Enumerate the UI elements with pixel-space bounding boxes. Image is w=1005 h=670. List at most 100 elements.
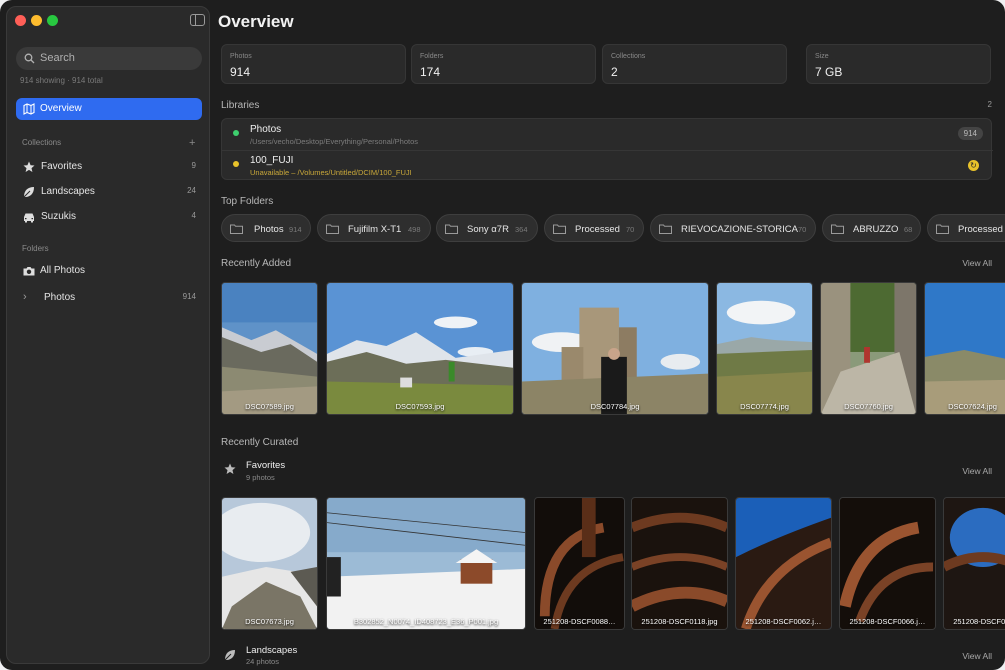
collections-header: Collections [22,138,62,147]
favorites-title[interactable]: Favorites [246,460,285,471]
photo-caption: DSC07593.jpg [395,402,445,411]
library-path: /Users/vecho/Desktop/Everything/Personal… [250,137,418,146]
view-all-button[interactable]: View All [962,651,992,661]
spiral-stairs-photo [535,498,624,629]
sidebar-item-overview[interactable]: Overview [16,98,202,120]
photo-caption: B302852_N0074_ID408723_E36_P001.jpg [353,617,499,626]
spiral-stairs-photo [840,498,935,629]
folder-icon [326,224,339,234]
folder-chip[interactable]: Fujifilm X-T1 498 [317,214,431,242]
folders-header: Folders [22,244,49,253]
photo-thumbnail[interactable]: 251208-DSCF0118.jpg [631,497,728,630]
photo-caption: DSC07673.jpg [245,617,294,626]
photo-caption: 251208-DSCF0088… [543,617,616,626]
photo-thumbnail[interactable]: DSC07673.jpg [221,497,318,630]
ski-resort-photo [327,498,525,629]
map-icon [23,103,35,115]
folder-chip[interactable]: Processed 70 [544,214,644,242]
chevron-right-icon[interactable]: › [23,291,27,303]
minimize-window-button[interactable] [31,15,42,26]
photo-counts: 914 showing · 914 total [20,76,103,85]
library-row-100-fuji[interactable]: 100_FUJI Unavailable – /Volumes/Untitled… [222,150,993,181]
photo-thumbnail[interactable]: 251208-DSCF0066.j… [839,497,936,630]
status-dot-icon [233,130,239,136]
photo-thumbnail[interactable]: 251208-DSCF0… [943,497,1005,630]
photo-thumbnail[interactable]: B302852_N0074_ID408723_E36_P001.jpg [326,497,526,630]
folder-name: RIEVOCAZIONE-STORICA [681,224,799,235]
landscapes-subtitle: 24 photos [246,657,279,666]
recently-curated-header: Recently Curated [221,437,299,448]
sidebar-item-photos-folder[interactable]: › Photos 914 [16,287,202,309]
folder-chip[interactable]: RIEVOCAZIONE-STORICA 70 [650,214,816,242]
folder-icon [936,224,949,234]
library-name: Photos [250,124,282,135]
sidebar-item-count: 9 [191,161,196,170]
folder-chip[interactable]: Photos 914 [221,214,311,242]
leaf-icon [224,650,235,661]
library-name: 100_FUJI [250,155,294,166]
stat-value: 174 [420,65,441,79]
status-dot-icon [233,161,239,167]
total-count: 914 total [72,76,103,85]
folder-count: 68 [904,225,913,234]
search-input[interactable]: Search [16,47,202,70]
photo-caption: 251208-DSCF0118.jpg [641,617,718,626]
folder-icon [659,224,672,234]
folder-count: 914 [289,225,302,234]
folder-name: Photos [254,224,284,235]
close-window-button[interactable] [15,15,26,26]
folder-chip[interactable]: Sony α7R 364 [436,214,538,242]
sidebar-item-favorites[interactable]: Favorites 9 [16,156,202,178]
photo-caption: DSC07784.jpg [590,402,640,411]
photo-thumbnail[interactable]: DSC07774.jpg [716,282,813,415]
photo-thumbnail[interactable]: 251208-DSCF0088… [534,497,625,630]
photo-thumbnail[interactable]: DSC07589.jpg [221,282,318,415]
photo-thumbnail[interactable]: DSC07760.jpg [820,282,917,415]
photo-thumbnail[interactable]: DSC07624.jpg [924,282,1005,415]
stat-value: 2 [611,65,618,79]
photo-thumbnail[interactable]: 251208-DSCF0062.j… [735,497,832,630]
stat-label: Collections [611,53,646,60]
library-row-photos[interactable]: Photos /Users/vecho/Desktop/Everything/P… [222,119,993,150]
folder-count: 70 [798,225,807,234]
mountain-photo [222,283,317,414]
folder-name: ABRUZZO [853,224,899,235]
library-path: Unavailable – /Volumes/Untitled/DCIM/100… [250,168,412,177]
reconnect-icon[interactable]: ↻ [968,160,979,171]
stat-card-photos: Photos 914 [221,44,406,84]
landscapes-title[interactable]: Landscapes [246,645,297,656]
folder-name: Sony α7R [467,224,509,235]
sidebar-item-all-photos[interactable]: All Photos [16,260,202,282]
add-collection-button[interactable]: + [189,137,195,149]
folder-chip[interactable]: Processed [927,214,1005,242]
sidebar-item-label: Suzukis [41,211,77,222]
view-all-button[interactable]: View All [962,258,992,268]
sidebar-toggle-icon[interactable] [190,14,205,26]
folder-count: 70 [626,225,635,234]
libraries-list: Photos /Users/vecho/Desktop/Everything/P… [221,118,993,181]
main-content: Overview Photos 914 Folders 174 Collection… [218,0,1005,670]
sidebar-item-label: Favorites [41,161,83,172]
top-folders-header: Top Folders [221,196,274,207]
zoom-window-button[interactable] [47,15,58,26]
view-all-button[interactable]: View All [962,466,992,476]
libraries-count: 2 [987,100,992,109]
folder-count: 498 [408,225,421,234]
showing-count: 914 showing [20,76,65,85]
photo-thumbnail[interactable]: DSC07784.jpg [521,282,709,415]
folder-icon [831,224,844,234]
sidebar-item-suzukis[interactable]: Suzukis 4 [16,206,202,228]
search-icon [24,53,35,64]
mountain-photo [327,283,513,414]
sidebar-item-label: All Photos [40,265,86,276]
sidebar: Search 914 showing · 914 total Overview … [6,6,210,664]
folder-chip[interactable]: ABRUZZO 68 [822,214,921,242]
sidebar-item-landscapes[interactable]: Landscapes 24 [16,181,202,203]
photo-thumbnail[interactable]: DSC07593.jpg [326,282,514,415]
village-photo [821,283,916,414]
sidebar-item-label: Landscapes [41,186,95,197]
stat-card-folders: Folders 174 [411,44,596,84]
stat-card-collections: Collections 2 [602,44,787,84]
photo-caption: DSC07589.jpg [245,402,294,411]
star-icon [224,463,236,474]
